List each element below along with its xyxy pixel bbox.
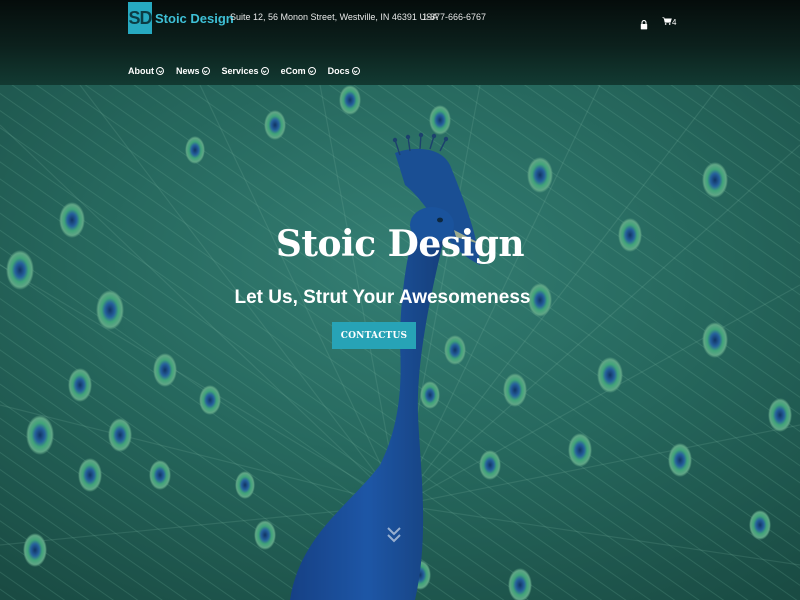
- lock-icon[interactable]: [640, 17, 648, 30]
- chevron-down-icon: [307, 67, 316, 75]
- nav-item-label: eCom: [280, 66, 306, 76]
- nav-item-label: Docs: [327, 66, 350, 76]
- chevron-down-icon: [156, 67, 164, 75]
- cart-button[interactable]: 4: [662, 16, 676, 28]
- nav-item-news[interactable]: News: [176, 66, 210, 76]
- chevron-down-icon: [201, 67, 210, 75]
- nav-item-about[interactable]: About: [128, 66, 164, 76]
- header-address: Suite 12, 56 Monon Street, Westville, IN…: [230, 12, 438, 22]
- logo-mark: SD: [128, 2, 153, 34]
- logo-text: Stoic Design: [155, 10, 234, 26]
- contact-us-button[interactable]: CONTACTUS: [332, 322, 416, 349]
- nav-item-label: Services: [221, 66, 259, 76]
- logo[interactable]: SD Stoic Design: [128, 2, 234, 34]
- header-phone[interactable]: 1-877-666-6767: [422, 12, 486, 22]
- main-nav: About News Services eCom Docs: [128, 66, 372, 76]
- cart-count: 4: [672, 17, 677, 27]
- nav-item-docs[interactable]: Docs: [328, 66, 360, 76]
- cart-icon: [662, 16, 672, 28]
- nav-item-label: News: [176, 66, 200, 76]
- site-header: SD Stoic Design Suite 12, 56 Monon Stree…: [0, 0, 800, 85]
- hero-title: Stoic Design: [275, 223, 525, 265]
- scroll-down-icon[interactable]: [386, 525, 402, 545]
- chevron-down-icon: [351, 67, 360, 75]
- nav-item-ecom[interactable]: eCom: [281, 66, 316, 76]
- hero-section: Stoic Design Let Us, Strut Your Awesomen…: [0, 85, 800, 600]
- hero-subtitle: Let Us, Strut Your Awesomeness: [234, 287, 531, 308]
- chevron-down-icon: [260, 67, 269, 75]
- nav-item-label: About: [128, 66, 154, 76]
- nav-item-services[interactable]: Services: [222, 66, 269, 76]
